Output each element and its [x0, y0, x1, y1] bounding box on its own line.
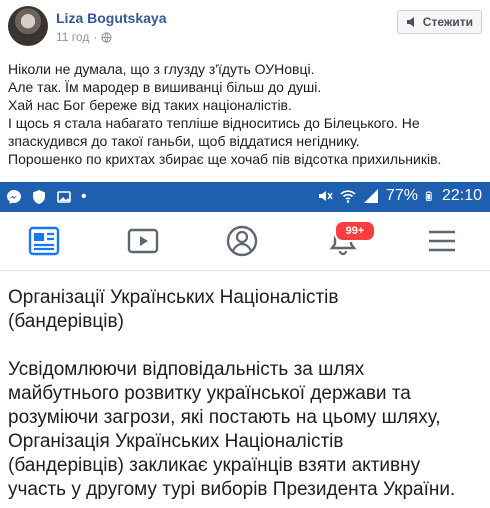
more-dot-icon: •	[81, 188, 87, 205]
post-header: Liza Bogutskaya 11 год · Стежити	[8, 6, 482, 50]
mute-icon	[318, 191, 333, 201]
doc-body-line: Організація Українських Націоналістів	[8, 431, 344, 452]
doc-text: Організації Українських Націоналістів (б…	[8, 286, 486, 502]
nav-menu[interactable]	[425, 224, 459, 258]
post-line: Ніколи не думала, що з глузду з'їдуть ОУ…	[8, 61, 315, 77]
doc-title-line: Організації Українських Націоналістів	[8, 287, 339, 308]
doc-body-line: (бандерівців) закликає українців взяти а…	[8, 455, 421, 476]
follow-button[interactable]: Стежити	[396, 10, 482, 34]
doc-body-line: розуміючи загрози, які постають на цьому…	[8, 407, 441, 428]
nav-news-feed[interactable]	[27, 224, 61, 258]
post-image[interactable]: • 77% 22:10 99+ Організації Українських …	[0, 182, 490, 508]
battery-percent: 77%	[385, 187, 418, 204]
wifi-icon	[340, 190, 356, 203]
post-line: Але так. Їм мародер в вишиванці більш до…	[8, 79, 322, 95]
battery-icon	[425, 191, 432, 201]
nav-video[interactable]	[126, 224, 160, 258]
author-name[interactable]: Liza Bogutskaya	[56, 10, 166, 26]
post-line: І щось я стала набагато тепліше відносит…	[8, 115, 420, 131]
shield-icon	[33, 190, 45, 204]
post-text: Ніколи не думала, що з глузду з'їдуть ОУ…	[8, 60, 486, 168]
android-status-bar: • 77% 22:10	[0, 182, 490, 212]
post-line: зпаскудився до такої ганьби, щоб віддати…	[8, 133, 360, 149]
post-time[interactable]: 11 год	[56, 30, 89, 44]
post-meta: 11 год ·	[56, 30, 112, 44]
messenger-icon	[7, 190, 21, 204]
signal-icon	[363, 189, 378, 203]
notification-badge: 99+	[334, 220, 376, 242]
post-line: Хай нас Бог береже від таких націоналіст…	[8, 97, 292, 113]
follow-icon	[406, 17, 414, 27]
clock: 22:10	[441, 187, 482, 204]
video-icon	[127, 228, 159, 254]
globe-icon[interactable]	[101, 31, 112, 43]
doc-body-line: участь у другому турі виборів Президента…	[8, 479, 456, 500]
nav-profile[interactable]	[225, 224, 259, 258]
follow-label: Стежити	[422, 15, 473, 29]
post-line: Порошенко по крихтах збирає ще хочаб пів…	[8, 151, 442, 167]
avatar[interactable]	[8, 6, 48, 46]
doc-body-line: майбутнього розвитку української держави…	[8, 383, 411, 404]
menu-icon	[429, 230, 455, 252]
doc-title-line: (бандерівців)	[8, 311, 124, 332]
image-icon	[57, 191, 71, 203]
profile-icon	[226, 225, 258, 257]
facebook-nav-bar: 99+	[0, 212, 490, 271]
news-feed-icon	[28, 226, 60, 256]
doc-body-line: Усвідомлюючи відповідальність за шлях	[8, 359, 365, 380]
